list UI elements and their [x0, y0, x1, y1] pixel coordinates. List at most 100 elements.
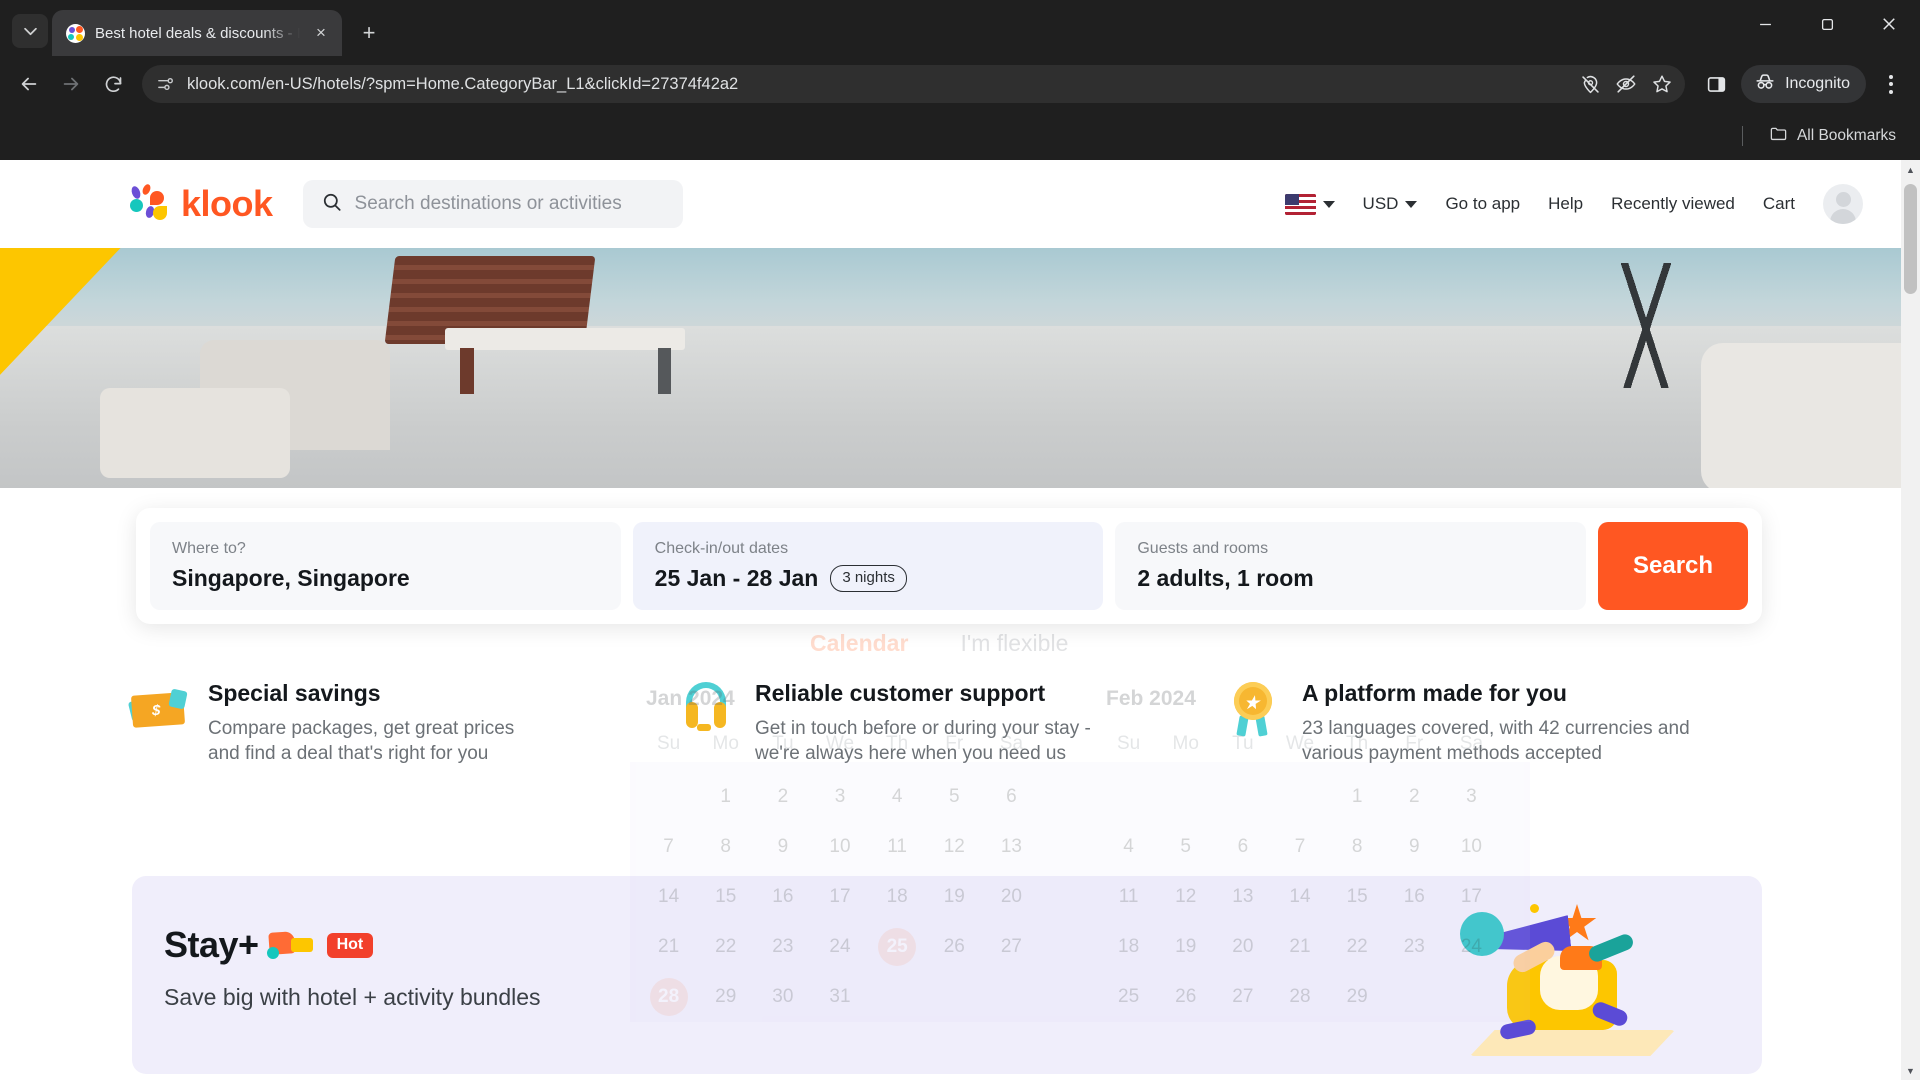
hero-lounge-chair	[384, 256, 690, 396]
dates-field[interactable]: Check-in/out dates 25 Jan - 28 Jan 3 nig…	[632, 522, 1104, 610]
site-header: klook Search destinations or activities	[0, 160, 1901, 248]
money-icon: $	[127, 680, 188, 738]
stay-plus-banner[interactable]: Stay+ Hot Save big with hotel + activity…	[132, 876, 1762, 1074]
language-flag-selector[interactable]	[1284, 193, 1335, 215]
bookmarks-bar: All Bookmarks	[0, 112, 1920, 160]
window-close-button[interactable]	[1858, 0, 1920, 48]
guests-value: 2 adults, 1 room	[1137, 565, 1314, 591]
currency-selector[interactable]: USD	[1363, 194, 1418, 214]
feature-title: Reliable customer support	[755, 680, 1046, 706]
scroll-up-arrow-icon[interactable]: ▲	[1901, 160, 1920, 179]
feature-customer-support: Reliable customer support Get in touch b…	[677, 660, 1224, 820]
tab-search-button[interactable]	[12, 14, 48, 48]
feature-desc-line2: and find a deal that's right for you	[208, 743, 489, 765]
recently-viewed-link[interactable]: Recently viewed	[1611, 194, 1735, 214]
calendar-day[interactable]: 6	[1214, 833, 1271, 861]
calendar-day[interactable]: 8	[1329, 833, 1386, 861]
go-to-app-link[interactable]: Go to app	[1445, 194, 1520, 214]
scroll-down-arrow-icon[interactable]: ▼	[1901, 1061, 1920, 1080]
all-bookmarks-button[interactable]: All Bookmarks	[1761, 120, 1904, 152]
feature-desc-line1: Get in touch before or during your stay …	[755, 718, 1091, 739]
scrollbar-thumb[interactable]	[1904, 184, 1917, 294]
klook-logo-icon	[130, 183, 174, 224]
side-panel-icon[interactable]	[1697, 65, 1735, 103]
all-bookmarks-label: All Bookmarks	[1796, 127, 1896, 144]
calendar-day[interactable]: 10	[1443, 833, 1500, 861]
feature-desc-line2: various payment methods accepted	[1302, 743, 1602, 765]
site-nav: USD Go to app Help Recently viewed Cart	[1284, 184, 1863, 224]
search-icon	[321, 191, 343, 218]
klook-favicon-icon	[66, 23, 85, 43]
site-search-placeholder: Search destinations or activities	[354, 193, 622, 214]
kebab-menu-icon[interactable]	[1872, 65, 1910, 103]
calendar-day[interactable]: 9	[1386, 833, 1443, 861]
tab-strip: Best hotel deals & discounts - K × +	[0, 0, 1920, 56]
feature-desc-line1: 23 languages covered, with 42 currencies…	[1302, 718, 1690, 739]
tab-calendar[interactable]: Calendar	[810, 630, 908, 657]
hot-badge: Hot	[326, 932, 374, 958]
feature-title: A platform made for you	[1302, 680, 1567, 706]
tab-close-icon[interactable]: ×	[310, 22, 332, 44]
stay-plus-decoration-icon	[266, 930, 319, 960]
currency-label: USD	[1362, 194, 1399, 213]
stay-plus-title: Stay+	[164, 924, 259, 965]
dates-label: Check-in/out dates	[654, 540, 789, 557]
calendar-day[interactable]: 8	[697, 833, 754, 861]
calendar-day[interactable]: 5	[1157, 833, 1214, 861]
feature-desc-line2: we're always here when you need us	[755, 743, 1066, 765]
calendar-day[interactable]: 10	[811, 833, 868, 861]
calendar-day[interactable]: 7	[640, 833, 697, 861]
site-search-input[interactable]: Search destinations or activities	[302, 180, 683, 228]
tab-im-flexible[interactable]: I'm flexible	[960, 630, 1068, 657]
bookmark-star-icon[interactable]	[1651, 73, 1673, 95]
tab-title: Best hotel deals & discounts - K	[95, 24, 300, 42]
toolbar-right: Incognito	[1697, 65, 1910, 103]
destination-field[interactable]: Where to? Singapore, Singapore	[150, 522, 621, 610]
calendar-day[interactable]: 9	[754, 833, 811, 861]
eye-crossed-icon[interactable]	[1615, 73, 1637, 95]
new-tab-button[interactable]: +	[352, 16, 386, 50]
cart-link[interactable]: Cart	[1763, 194, 1795, 214]
klook-page: klook Search destinations or activities	[0, 160, 1901, 1080]
calendar-day[interactable]: 12	[926, 833, 983, 861]
page-scrollbar[interactable]: ▲ ▼	[1901, 160, 1920, 1080]
hotel-search-form: Where to? Singapore, Singapore Check-in/…	[136, 508, 1762, 624]
forward-button[interactable]	[52, 65, 90, 103]
hero-cushion-secondary	[100, 388, 290, 478]
window-minimize-button[interactable]	[1734, 0, 1796, 48]
url-text: klook.com/en-US/hotels/?spm=Home.Categor…	[187, 74, 739, 93]
reload-button[interactable]	[94, 65, 132, 103]
calendar-day[interactable]: 4	[1100, 833, 1157, 861]
search-button[interactable]: Search	[1598, 522, 1749, 610]
chevron-down-icon	[1405, 200, 1418, 208]
bookmarks-divider	[1741, 126, 1743, 146]
feature-special-savings: $ Special savings Compare packages, get …	[127, 660, 677, 820]
dates-value-wrap: 25 Jan - 28 Jan 3 nights	[655, 565, 1082, 592]
calendar-day[interactable]: 11	[869, 833, 926, 861]
address-bar[interactable]: klook.com/en-US/hotels/?spm=Home.Categor…	[142, 65, 1686, 103]
help-link[interactable]: Help	[1548, 194, 1583, 214]
window-maximize-button[interactable]	[1796, 0, 1858, 48]
site-settings-icon[interactable]	[156, 75, 175, 94]
incognito-indicator[interactable]: Incognito	[1741, 65, 1866, 103]
hero-banner-image	[0, 248, 1901, 488]
nights-badge: 3 nights	[830, 565, 907, 592]
browser-tab[interactable]: Best hotel deals & discounts - K ×	[52, 10, 342, 56]
browser-toolbar: klook.com/en-US/hotels/?spm=Home.Categor…	[0, 56, 1920, 112]
calendar-day[interactable]: 7	[1271, 833, 1328, 861]
back-button[interactable]	[10, 65, 48, 103]
klook-logo[interactable]: klook	[130, 183, 273, 225]
calendar-day[interactable]: 13	[983, 833, 1040, 861]
hero-sofa	[1701, 343, 1901, 488]
omnibox-actions	[1580, 73, 1673, 95]
features-strip: $ Special savings Compare packages, get …	[0, 660, 1901, 820]
avatar[interactable]	[1823, 184, 1863, 224]
incognito-label: Incognito	[1785, 75, 1850, 92]
feature-platform-for-you: ★ A platform made for you 23 languages c…	[1224, 660, 1771, 820]
destination-value: Singapore, Singapore	[172, 565, 410, 591]
destination-label: Where to?	[172, 540, 246, 557]
chevron-down-icon	[1322, 200, 1335, 208]
location-blocked-icon[interactable]	[1580, 74, 1601, 95]
guests-field[interactable]: Guests and rooms 2 adults, 1 room	[1115, 522, 1587, 610]
headphones-icon	[677, 680, 735, 738]
